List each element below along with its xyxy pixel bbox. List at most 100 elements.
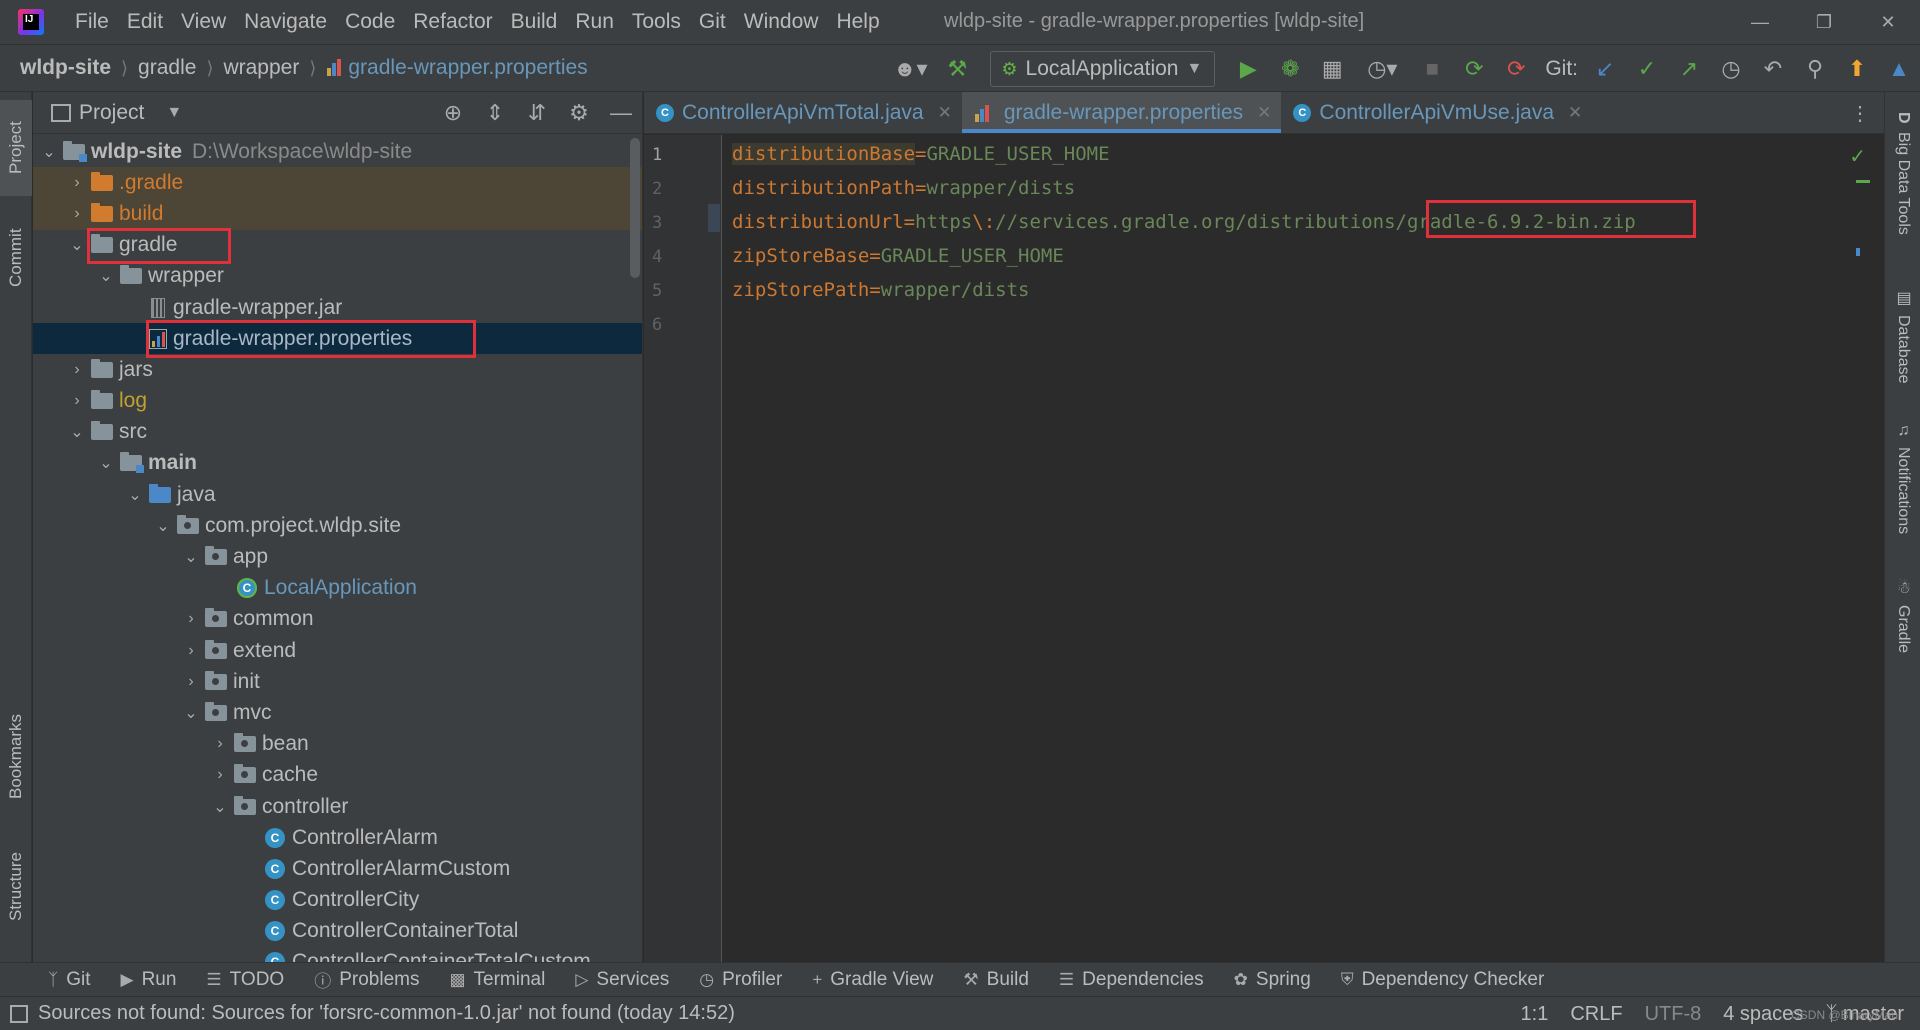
tab-database[interactable]: ▤ Database: [1885, 288, 1920, 408]
tab-notifications[interactable]: ♫ Notifications: [1885, 422, 1920, 562]
tool-todo[interactable]: ☰ TODO: [206, 969, 284, 991]
tree-node-class[interactable]: C ControllerAlarmCustom: [33, 853, 642, 884]
tool-gradle-view[interactable]: + Gradle View: [812, 969, 933, 991]
more-vertical-icon[interactable]: ⋮: [1850, 101, 1870, 126]
breadcrumb-file[interactable]: gradle-wrapper.properties: [326, 56, 588, 80]
tree-node-gradle-wrapper-properties[interactable]: gradle-wrapper.properties: [33, 323, 642, 355]
tab-project[interactable]: Project: [0, 100, 32, 196]
code-with-me-icon[interactable]: ▲: [1878, 45, 1920, 93]
menu-file[interactable]: File: [66, 10, 118, 34]
tree-node-class[interactable]: C ControllerAlarm: [33, 822, 642, 853]
jrebel-icon[interactable]: ⟳: [1495, 45, 1537, 93]
chevron-down-icon[interactable]: ⌄: [210, 797, 230, 817]
chevron-down-icon[interactable]: ⌄: [67, 422, 87, 442]
tool-dependency-checker[interactable]: ⛨ Dependency Checker: [1341, 969, 1544, 991]
minimize-icon[interactable]: —: [1728, 0, 1792, 44]
line-separator[interactable]: CRLF: [1570, 1003, 1622, 1026]
menu-edit[interactable]: Edit: [118, 10, 172, 34]
menu-navigate[interactable]: Navigate: [235, 10, 336, 34]
tree-node-src[interactable]: ⌄ src: [33, 417, 642, 448]
status-message[interactable]: Sources not found: Sources for 'forsrc-c…: [38, 1002, 735, 1025]
tree-node-package-root[interactable]: ⌄ com.project.wldp.site: [33, 510, 642, 541]
run-icon[interactable]: ▶: [1227, 45, 1269, 93]
intellij-logo-icon[interactable]: IJ: [18, 9, 44, 35]
gear-icon[interactable]: ⚙: [558, 100, 600, 126]
update-running-app-icon[interactable]: ⟳: [1453, 45, 1495, 93]
chevron-down-icon[interactable]: ⌄: [153, 516, 173, 536]
menu-view[interactable]: View: [172, 10, 235, 34]
tool-spring[interactable]: ✿ Spring: [1234, 969, 1311, 991]
project-panel-title[interactable]: Project: [79, 101, 144, 125]
git-commit-icon[interactable]: ✓: [1626, 45, 1668, 93]
close-icon[interactable]: ✕: [1257, 103, 1271, 123]
tree-node-main[interactable]: ⌄ main: [33, 448, 642, 479]
chevron-right-icon[interactable]: ›: [181, 642, 201, 660]
collapse-all-icon[interactable]: ⇵: [516, 100, 558, 126]
tree-node-project-root[interactable]: ⌄ wldp-site D:\Workspace\wldp-site: [33, 136, 642, 167]
inspection-ok-icon[interactable]: ✓: [1849, 144, 1866, 169]
tab-controller-api-vm-use[interactable]: C ControllerApiVmUse.java ✕: [1281, 92, 1592, 133]
tool-services[interactable]: ▷ Services: [575, 969, 669, 991]
tree-node-app[interactable]: ⌄ app: [33, 541, 642, 572]
tab-structure[interactable]: Structure: [0, 832, 32, 942]
chevron-down-icon[interactable]: ⌄: [96, 453, 116, 473]
tab-commit[interactable]: Commit: [0, 212, 32, 304]
tree-node-dot-gradle[interactable]: › .gradle: [33, 167, 642, 199]
tab-controller-api-vm-total[interactable]: C ControllerApiVmTotal.java ✕: [644, 92, 962, 133]
tab-gradle[interactable]: ☃ Gradle: [1885, 578, 1920, 668]
menu-git[interactable]: Git: [690, 10, 735, 34]
project-tree-scrollbar[interactable]: [630, 138, 640, 278]
tree-node-java[interactable]: ⌄ java: [33, 479, 642, 510]
locate-file-icon[interactable]: ⊕: [432, 100, 474, 126]
tree-node-gradle[interactable]: ⌄ gradle: [33, 230, 642, 261]
breadcrumb-wrapper[interactable]: wrapper: [223, 56, 299, 80]
close-icon[interactable]: ✕: [1856, 0, 1920, 44]
tree-node-wrapper[interactable]: ⌄ wrapper: [33, 261, 642, 292]
run-configuration-select[interactable]: ⚙ LocalApplication ▼: [990, 51, 1216, 87]
tree-node-class[interactable]: C ControllerContainerTotal: [33, 916, 642, 947]
menu-window[interactable]: Window: [735, 10, 828, 34]
menu-code[interactable]: Code: [336, 10, 404, 34]
chevron-right-icon[interactable]: ›: [181, 610, 201, 628]
chevron-right-icon[interactable]: ›: [210, 766, 230, 784]
tree-node-extend[interactable]: › extend: [33, 635, 642, 666]
tool-dependencies[interactable]: ☰ Dependencies: [1059, 969, 1204, 991]
chevron-down-icon[interactable]: ▼: [166, 104, 182, 122]
menu-help[interactable]: Help: [827, 10, 888, 34]
chevron-right-icon[interactable]: ›: [67, 205, 87, 223]
chevron-down-icon[interactable]: ⌄: [181, 703, 201, 723]
stop-icon[interactable]: ■: [1411, 45, 1453, 93]
chevron-right-icon[interactable]: ›: [67, 361, 87, 379]
chevron-down-icon[interactable]: ⌄: [39, 142, 59, 162]
tree-node-class[interactable]: C ControllerContainerTotalCustom: [33, 947, 642, 962]
tree-node-init[interactable]: › init: [33, 666, 642, 697]
tool-build[interactable]: ⚒ Build: [963, 969, 1029, 991]
tree-node-class[interactable]: C ControllerCity: [33, 885, 642, 916]
breadcrumb-gradle[interactable]: gradle: [138, 56, 196, 80]
chevron-down-icon[interactable]: ⌄: [67, 235, 87, 255]
tab-gradle-wrapper-properties[interactable]: gradle-wrapper.properties ✕: [961, 92, 1282, 133]
history-icon[interactable]: ◷: [1710, 45, 1752, 93]
chevron-right-icon[interactable]: ›: [67, 392, 87, 410]
tool-run[interactable]: ▶ Run: [120, 969, 176, 991]
breadcrumb-project[interactable]: wldp-site: [20, 56, 111, 80]
close-icon[interactable]: ✕: [1568, 103, 1582, 123]
tree-node-bean[interactable]: › bean: [33, 729, 642, 760]
rollback-icon[interactable]: ↶: [1752, 45, 1794, 93]
hide-panel-icon[interactable]: —: [600, 100, 642, 126]
tool-git[interactable]: ᛉ Git: [48, 969, 90, 991]
restore-icon[interactable]: ❐: [1792, 0, 1856, 44]
expand-all-icon[interactable]: ⇕: [474, 100, 516, 126]
tool-problems[interactable]: ⓘ Problems: [314, 967, 419, 992]
chevron-down-icon[interactable]: ⌄: [125, 485, 145, 505]
tool-profiler[interactable]: ◷ Profiler: [699, 969, 782, 991]
tab-bookmarks[interactable]: Bookmarks: [0, 692, 32, 820]
tree-node-cache[interactable]: › cache: [33, 760, 642, 791]
file-encoding[interactable]: UTF-8: [1645, 1003, 1702, 1026]
menu-run[interactable]: Run: [566, 10, 623, 34]
chevron-right-icon[interactable]: ›: [181, 673, 201, 691]
tree-node-mvc[interactable]: ⌄ mvc: [33, 697, 642, 728]
tree-node-local-application[interactable]: C LocalApplication: [33, 573, 642, 604]
coverage-icon[interactable]: ▦: [1311, 45, 1353, 93]
tree-node-common[interactable]: › common: [33, 604, 642, 635]
